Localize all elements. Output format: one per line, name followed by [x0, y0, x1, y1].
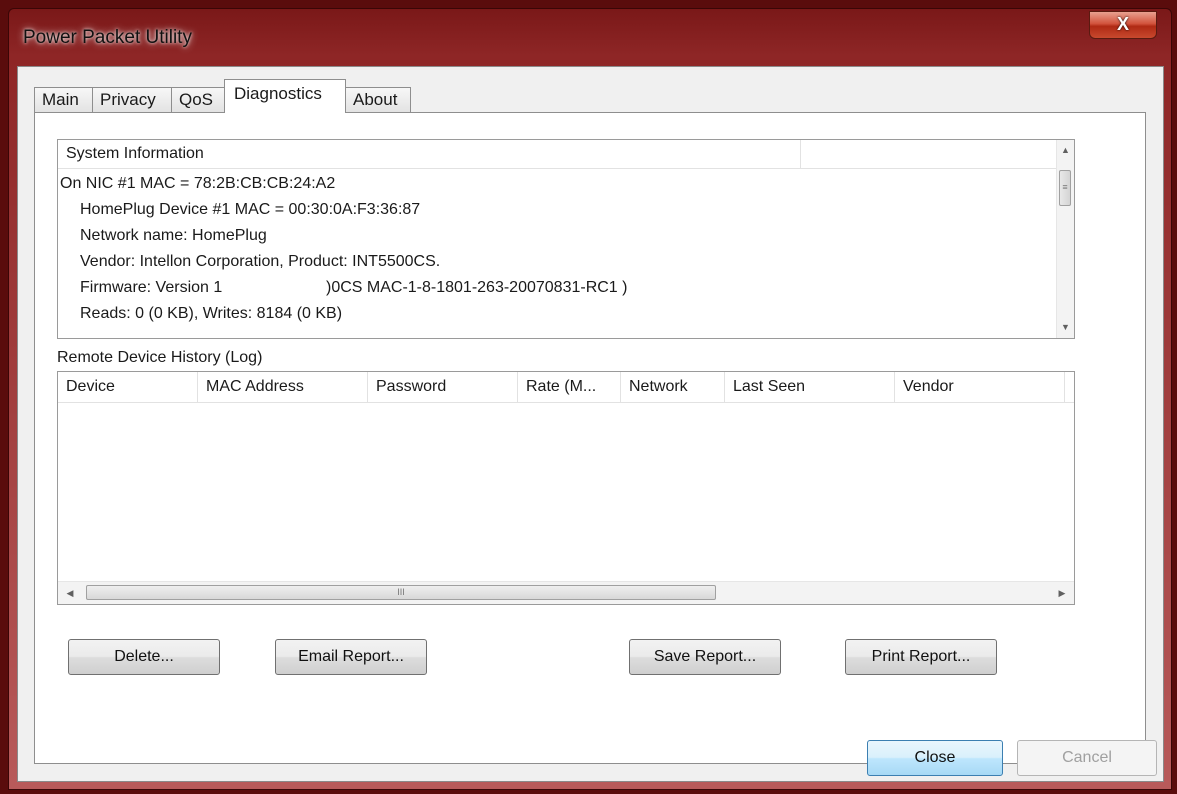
- print-report-button[interactable]: Print Report...: [845, 639, 997, 675]
- tab-diagnostics[interactable]: Diagnostics: [224, 79, 346, 113]
- tab-privacy[interactable]: Privacy: [92, 87, 172, 113]
- window-close-button[interactable]: X: [1089, 11, 1157, 39]
- scroll-down-icon[interactable]: ▼: [1057, 319, 1074, 336]
- system-information-list[interactable]: System Information On NIC #1 MAC = 78:2B…: [57, 139, 1075, 339]
- scroll-right-icon[interactable]: ▶: [1052, 582, 1072, 604]
- scroll-thumb-horizontal[interactable]: III: [86, 585, 716, 600]
- column-mac-address[interactable]: MAC Address: [198, 372, 368, 402]
- delete-button[interactable]: Delete...: [68, 639, 220, 675]
- column-rate[interactable]: Rate (M...: [518, 372, 621, 402]
- close-button[interactable]: Close: [867, 740, 1003, 776]
- column-device[interactable]: Device: [58, 372, 198, 402]
- system-information-header: System Information: [58, 140, 1058, 169]
- cancel-button[interactable]: Cancel: [1017, 740, 1157, 776]
- scroll-left-icon[interactable]: ◀: [60, 582, 80, 604]
- sys-line-reads-writes: Reads: 0 (0 KB), Writes: 8184 (0 KB): [80, 305, 343, 322]
- dialog-client-area: Main Privacy QoS Diagnostics About Syste…: [17, 66, 1164, 782]
- remote-device-history-table[interactable]: Device MAC Address Password Rate (M... N…: [57, 371, 1075, 605]
- tab-about[interactable]: About: [345, 87, 411, 113]
- save-report-button[interactable]: Save Report...: [629, 639, 781, 675]
- system-information-title: System Information: [66, 145, 204, 162]
- window-title: Power Packet Utility: [23, 27, 192, 48]
- scroll-up-icon[interactable]: ▲: [1057, 142, 1074, 159]
- sys-line-firmware: Firmware: Version 1: [80, 279, 223, 296]
- title-bar[interactable]: Power Packet Utility X: [9, 9, 1171, 65]
- column-password[interactable]: Password: [368, 372, 518, 402]
- diagnostics-panel: System Information On NIC #1 MAC = 78:2B…: [34, 112, 1146, 764]
- sys-line-homeplug-mac: HomePlug Device #1 MAC = 00:30:0A:F3:36:…: [80, 201, 421, 218]
- tab-qos[interactable]: QoS: [171, 87, 225, 113]
- app-window: Power Packet Utility X Main Privacy QoS …: [8, 8, 1172, 790]
- column-last-seen[interactable]: Last Seen: [725, 372, 895, 402]
- sys-line-vendor: Vendor: Intellon Corporation, Product: I…: [80, 253, 441, 270]
- email-report-button[interactable]: Email Report...: [275, 639, 427, 675]
- sys-line-nic: On NIC #1 MAC = 78:2B:CB:CB:24:A2: [60, 175, 336, 192]
- column-vendor[interactable]: Vendor: [895, 372, 1065, 402]
- sys-line-firmware-build: )0CS MAC-1-8-1801-263-20070831-RC1 ): [326, 279, 628, 296]
- tab-main[interactable]: Main: [34, 87, 93, 113]
- system-info-vertical-scrollbar[interactable]: ▲ ≡ ▼: [1056, 140, 1074, 338]
- close-icon: X: [1116, 14, 1129, 34]
- remote-history-label: Remote Device History (Log): [57, 349, 263, 366]
- table-header: Device MAC Address Password Rate (M... N…: [58, 372, 1074, 403]
- column-f[interactable]: F: [1065, 372, 1074, 402]
- column-network[interactable]: Network: [621, 372, 725, 402]
- scroll-thumb-vertical[interactable]: ≡: [1059, 170, 1071, 206]
- header-divider: [800, 140, 801, 168]
- sys-line-network-name: Network name: HomePlug: [80, 227, 267, 244]
- history-horizontal-scrollbar[interactable]: ◀ III ▶: [58, 581, 1074, 604]
